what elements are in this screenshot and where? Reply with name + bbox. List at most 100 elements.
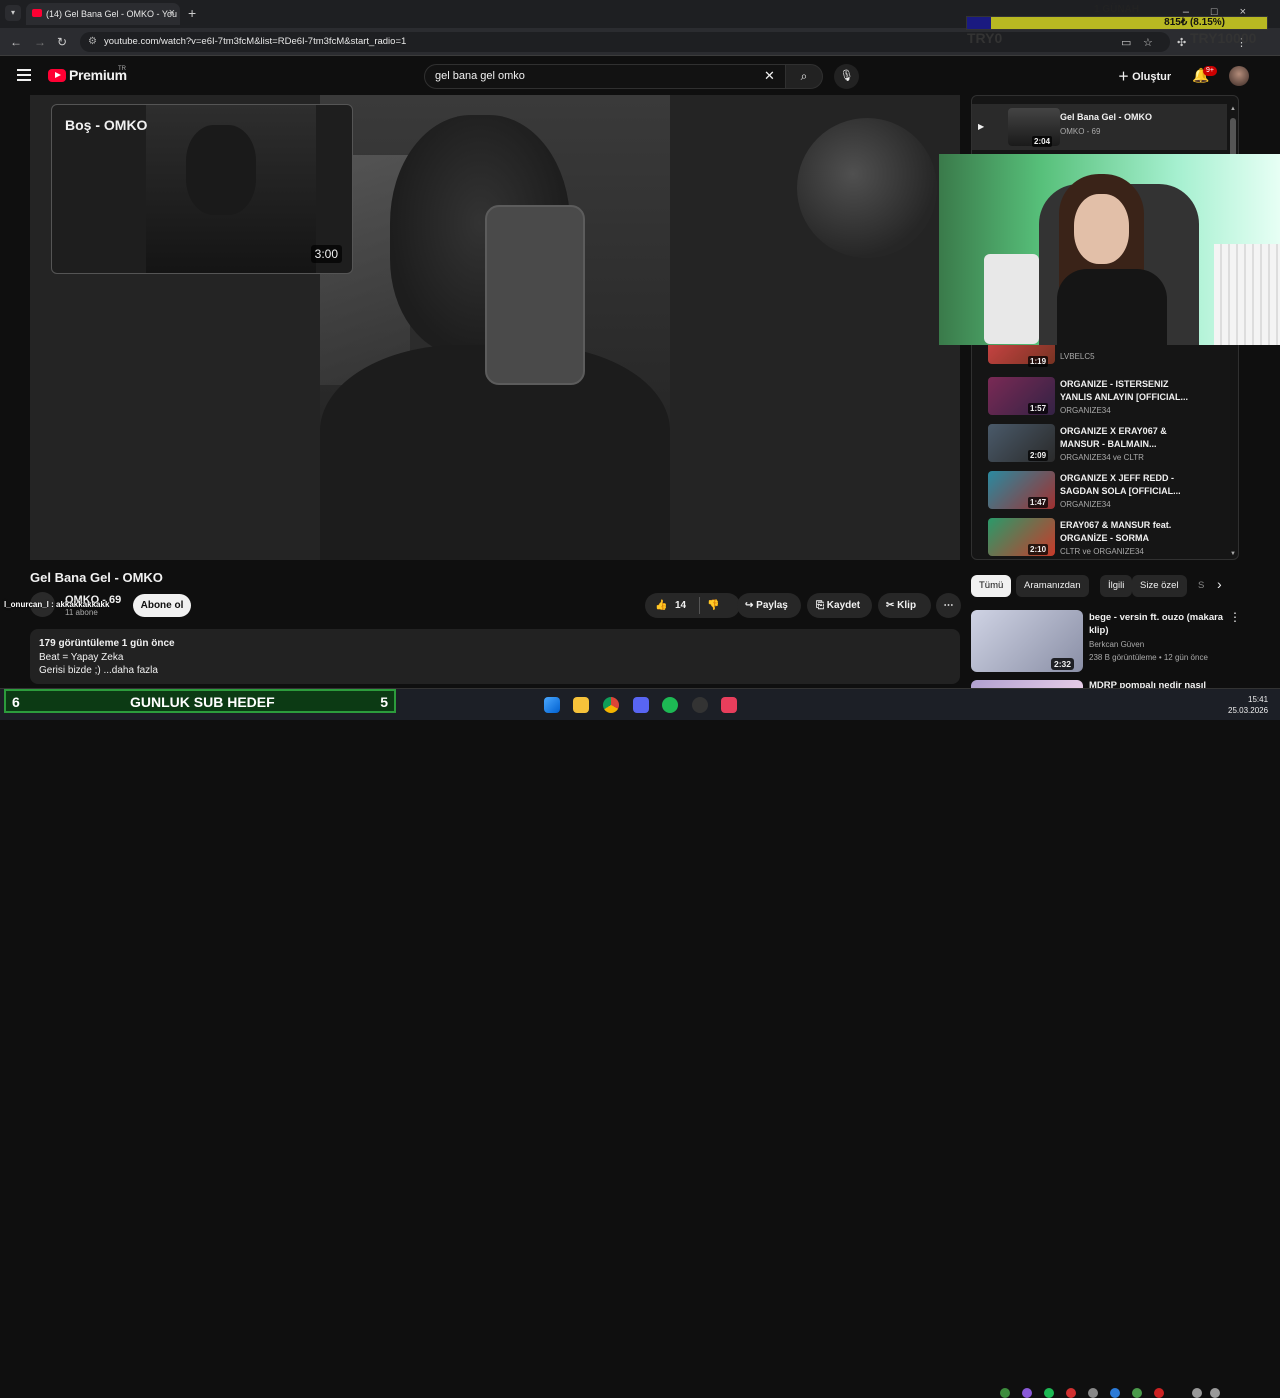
stream-sub-goal-overlay: 6 GUNLUK SUB HEDEF 5 <box>4 689 396 713</box>
region-code: TR <box>118 66 126 72</box>
site-info-icon[interactable]: ⚙ <box>88 32 97 52</box>
playlist-item[interactable]: 2:10 ERAY067 & MANSUR feat. ORGANİZE - S… <box>988 518 1236 559</box>
playlist-duration: 2:10 <box>1028 544 1049 555</box>
back-arrow-icon[interactable]: ← <box>10 35 22 49</box>
playlist-item[interactable]: 1:47 ORGANIZE X JEFF REDD - SAGDAN SOLA … <box>988 471 1236 513</box>
tray-icon[interactable] <box>1088 1388 1098 1398</box>
goal-progress-fill <box>967 17 992 29</box>
search-input[interactable]: gel bana gel omko <box>424 64 786 89</box>
discord-icon[interactable] <box>633 697 649 713</box>
video-frame <box>320 95 670 560</box>
search-button[interactable]: ⌕ <box>785 64 823 89</box>
thumbs-up-icon: 👍 <box>655 600 668 611</box>
chip-truncated[interactable]: S <box>1190 575 1212 597</box>
tab-title: (14) Gel Bana Gel - OMKO - You <box>46 9 178 19</box>
tray-icon[interactable] <box>1022 1388 1032 1398</box>
tray-icon[interactable] <box>1110 1388 1120 1398</box>
like-button[interactable]: 👍 <box>655 593 667 618</box>
playlist-current-item[interactable]: ▶ 2:04 Gel Bana Gel - OMKO OMKO - 69 <box>972 104 1227 150</box>
browser-tab[interactable]: (14) Gel Bana Gel - OMKO - You × <box>26 3 180 25</box>
file-explorer-icon[interactable] <box>573 697 589 713</box>
scissors-icon: ✂ <box>886 600 898 611</box>
chrome-icon[interactable] <box>603 697 619 713</box>
recommended-video[interactable]: 2:32 bege - versin ft. ouzo (makara klip… <box>971 610 1241 672</box>
clip-button[interactable]: ✂ Klip <box>878 593 931 618</box>
endcard-title: Boş - OMKO <box>65 117 148 133</box>
url-field[interactable]: ⚙ youtube.com/watch?v=e6I-7tm3fcM&list=R… <box>80 32 1170 52</box>
spotify-icon[interactable] <box>662 697 678 713</box>
create-button[interactable]: ＋ Oluştur <box>1118 68 1171 84</box>
thumbs-down-icon: 👎 <box>707 600 720 611</box>
account-avatar[interactable] <box>1229 66 1249 86</box>
goal-right-count: 5 <box>380 694 388 710</box>
recommended-duration: 2:32 <box>1051 658 1075 670</box>
youtube-logo-icon[interactable] <box>48 69 66 82</box>
more-actions-button[interactable]: ⋯ <box>936 593 961 618</box>
chip-related[interactable]: İlgili <box>1100 575 1133 597</box>
scroll-down-icon[interactable]: ▼ <box>1230 551 1236 557</box>
volume-icon[interactable] <box>1210 1388 1220 1398</box>
goal-min-label: TRY0 <box>967 30 1003 46</box>
new-tab-button[interactable]: + <box>188 5 196 21</box>
cast-icon[interactable]: ▭ <box>1121 36 1131 49</box>
goal-left-count: 6 <box>12 694 20 710</box>
forward-arrow-icon[interactable]: → <box>34 35 46 49</box>
recommended-title: MDRP pompalı nedir nasıl <box>1089 680 1207 688</box>
playlist-item[interactable]: 2:09 ORGANIZE X ERAY067 & MANSUR - BALMA… <box>988 424 1236 466</box>
chip-from-search[interactable]: Aramanızdan <box>1016 575 1089 597</box>
scrollbar-thumb[interactable] <box>1230 118 1236 158</box>
dislike-button[interactable]: 👎 <box>707 593 719 618</box>
windows-start-icon[interactable] <box>544 697 560 713</box>
playlist-title: ORGANIZE - ISTERSENIZ YANLIS ANLAYIN [OF… <box>1060 379 1189 402</box>
save-button[interactable]: ⎘ Kaydet <box>807 593 872 618</box>
endscreen-channel-bubble[interactable] <box>797 118 937 258</box>
hamburger-menu-icon[interactable] <box>17 69 31 81</box>
more-dots-icon: ⋯ <box>943 600 954 611</box>
video-phone-shape <box>485 205 585 385</box>
notification-badge: 9+ <box>1203 66 1217 76</box>
reload-icon[interactable]: ↻ <box>57 35 67 49</box>
like-dislike-group: 👍 14 👎 <box>645 593 740 618</box>
like-count: 14 <box>675 600 687 611</box>
share-button[interactable]: ↪ Paylaş <box>737 593 801 618</box>
recommended-more-icon[interactable]: ⋮ <box>1229 610 1241 624</box>
playlist-duration: 1:19 <box>1028 356 1049 367</box>
recommended-video[interactable]: MDRP pompalı nedir nasıl <box>971 680 1241 688</box>
clock-date: 25.03.2026 <box>1228 706 1269 715</box>
chips-next-chevron-icon[interactable]: › <box>1217 576 1222 592</box>
microphone-icon: 🎙 <box>839 70 854 82</box>
endcard-duration: 3:00 <box>310 245 342 263</box>
tray-icon[interactable] <box>1132 1388 1142 1398</box>
playlist-item[interactable]: 1:19 LVBELC5 <box>988 336 1236 382</box>
chip-for-you[interactable]: Size özel <box>1132 575 1187 597</box>
playlist-item[interactable]: 1:57 ORGANIZE - ISTERSENIZ YANLIS ANLAYI… <box>988 377 1236 419</box>
playlist-title: ORGANIZE X JEFF REDD - SAGDAN SOLA [OFFI… <box>1060 473 1181 496</box>
endscreen-video-card[interactable]: Boş - OMKO 3:00 <box>51 104 353 274</box>
chip-all[interactable]: Tümü <box>971 575 1012 597</box>
bookmark-star-icon[interactable]: ☆ <box>1143 36 1153 49</box>
tray-icon[interactable] <box>1000 1388 1010 1398</box>
tab-search-icon[interactable]: ▾ <box>5 5 21 21</box>
description-box[interactable]: 179 görüntüleme 1 gün önce Beat = Yapay … <box>30 629 960 684</box>
tray-icon[interactable] <box>1066 1388 1076 1398</box>
recommended-title: bege - versin ft. ouzo (makara klip) <box>1089 612 1224 636</box>
create-label: Oluştur <box>1132 71 1172 83</box>
voice-search-button[interactable]: 🎙 <box>834 64 859 89</box>
goal-progress-bar: 815₺ (8.15%) <box>966 16 1268 30</box>
webcam-streamer-face <box>1074 194 1129 264</box>
app-icon[interactable] <box>721 697 737 713</box>
scroll-up-icon[interactable]: ▲ <box>1230 106 1236 112</box>
subscribe-button[interactable]: Abone ol <box>133 594 191 617</box>
playlist-current-duration: 2:04 <box>1032 136 1053 147</box>
clear-search-icon[interactable]: ✕ <box>764 68 775 84</box>
tray-icon[interactable] <box>1154 1388 1164 1398</box>
tab-close-icon[interactable]: × <box>169 7 175 19</box>
tray-icon[interactable] <box>1044 1388 1054 1398</box>
extensions-icon[interactable]: ✣ <box>1177 36 1186 49</box>
address-bar-row: ← → ↻ ⚙ youtube.com/watch?v=e6I-7tm3fcM&… <box>0 28 1280 56</box>
description-line: Gerisi bizde ;) ...daha fazla <box>39 665 158 676</box>
system-clock[interactable]: 15:41 25.03.2026 <box>1228 694 1268 716</box>
share-icon: ↪ <box>745 600 757 611</box>
obs-icon[interactable] <box>692 697 708 713</box>
wifi-icon[interactable] <box>1192 1388 1202 1398</box>
